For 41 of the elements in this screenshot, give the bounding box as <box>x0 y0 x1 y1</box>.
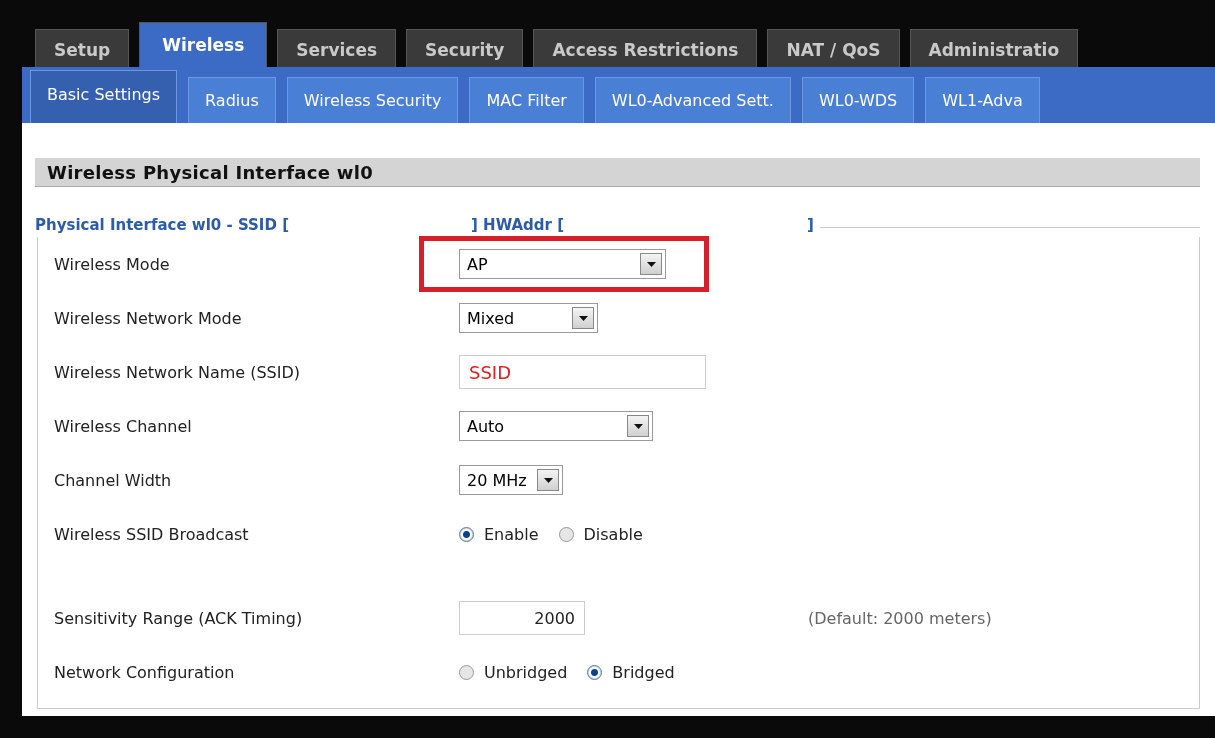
legend-text: ] <box>807 216 814 234</box>
nav-tab[interactable]: Administratio <box>909 29 1079 67</box>
caret-icon <box>537 469 559 491</box>
field-label: Wireless SSID Broadcast <box>54 524 250 544</box>
radio-button[interactable]: Enable <box>459 524 539 544</box>
input-field[interactable]: 2000 <box>459 601 585 635</box>
caret-icon <box>572 307 594 329</box>
radio-button[interactable]: Disable <box>558 524 643 544</box>
legend-text: Physical Interface wl0 - SSID [ <box>35 216 290 234</box>
sub-tab[interactable]: WL0-Advanced Sett. <box>594 77 791 123</box>
nav-tab[interactable]: Services <box>277 29 397 67</box>
field-label: Wireless Channel <box>54 416 193 436</box>
field-label: Wireless Network Name (SSID) <box>54 362 302 382</box>
radio-button[interactable]: Unbridged <box>459 662 568 682</box>
nav-tab[interactable]: Wireless <box>139 22 268 67</box>
sub-tab[interactable]: WL0-WDS <box>801 77 915 123</box>
sub-tab[interactable]: Basic Settings <box>30 70 178 123</box>
nav-tab[interactable]: Access Restrictions <box>533 29 758 67</box>
caret-icon <box>640 253 662 275</box>
dropdown[interactable]: Auto <box>459 411 653 441</box>
radio-button[interactable]: Bridged <box>587 662 675 682</box>
hint-text: (Default: 2000 meters) <box>808 608 992 628</box>
legend-text: ] HWAddr [ <box>471 216 566 234</box>
nav-tab[interactable]: Security <box>406 29 524 67</box>
sub-tab[interactable]: WL1-Adva <box>925 77 1040 123</box>
sub-tab[interactable]: Wireless Security <box>286 77 459 123</box>
field-label: Wireless Network Mode <box>54 308 243 328</box>
field-label: Sensitivity Range (ACK Timing) <box>54 608 304 628</box>
sub-tab[interactable]: MAC Filter <box>469 77 584 123</box>
input-field[interactable]: SSID <box>459 355 706 389</box>
section-header: Wireless Physical Interface wl0 <box>35 158 1200 187</box>
nav-tab[interactable]: Setup <box>35 29 130 67</box>
nav-tab[interactable]: NAT / QoS <box>767 29 900 67</box>
caret-icon <box>627 415 649 437</box>
sub-tab[interactable]: Radius <box>188 77 276 123</box>
field-label: Channel Width <box>54 470 173 490</box>
dropdown[interactable]: Mixed <box>459 303 598 333</box>
dropdown[interactable]: AP <box>459 249 666 279</box>
dropdown[interactable]: 20 MHz <box>459 465 563 495</box>
field-label: Network Configuration <box>54 662 236 682</box>
field-label: Wireless Mode <box>54 254 171 274</box>
